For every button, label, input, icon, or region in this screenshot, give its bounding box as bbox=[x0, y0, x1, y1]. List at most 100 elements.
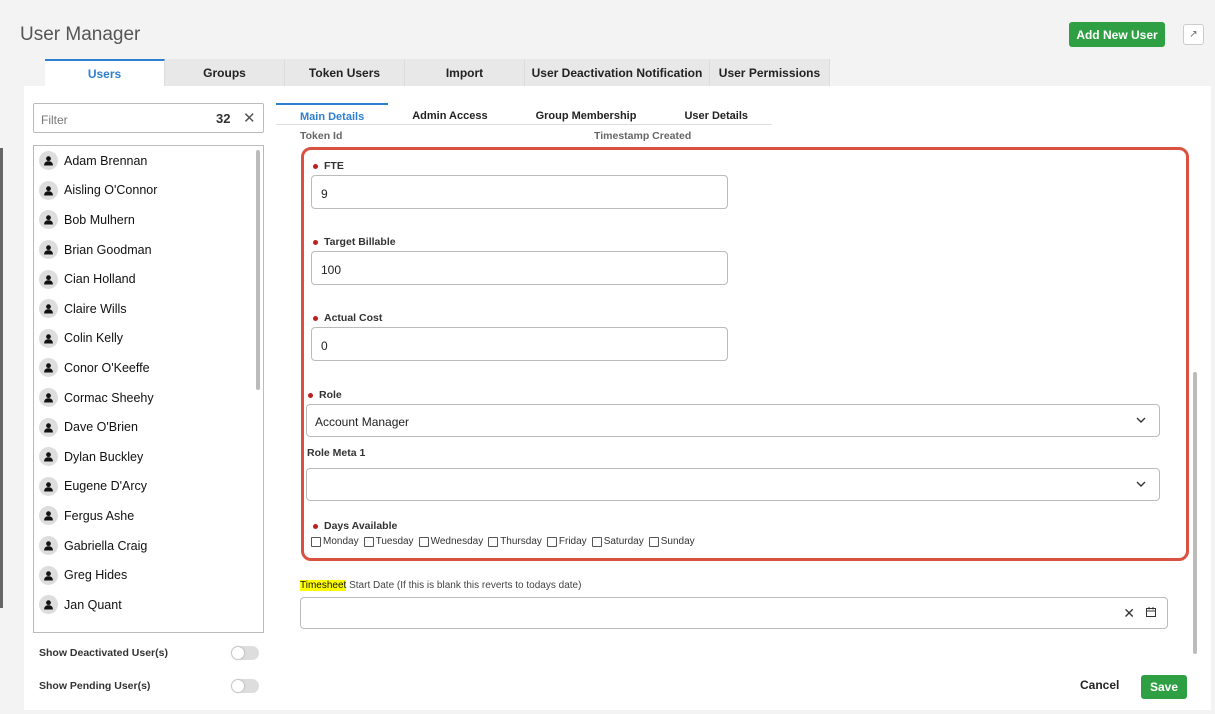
expand-icon[interactable]: ↗ bbox=[1183, 24, 1204, 45]
user-icon bbox=[39, 151, 58, 171]
user-name: Greg Hides bbox=[64, 568, 128, 583]
checkbox[interactable] bbox=[648, 536, 659, 547]
day-option[interactable]: Monday bbox=[311, 536, 359, 547]
filter-input[interactable]: Filter 32 ✕ bbox=[33, 103, 264, 133]
required-dot bbox=[313, 239, 318, 245]
user-list-item[interactable]: Greg Hides bbox=[34, 560, 263, 590]
day-option[interactable]: Thursday bbox=[488, 536, 542, 547]
checkbox[interactable] bbox=[418, 536, 429, 547]
checkbox[interactable] bbox=[363, 536, 374, 547]
day-label: Wednesday bbox=[430, 536, 484, 547]
close-icon[interactable]: ✕ bbox=[243, 109, 256, 127]
show-pending-toggle[interactable] bbox=[231, 679, 259, 693]
tab-token-users[interactable]: Token Users bbox=[285, 59, 405, 87]
tab-user-details[interactable]: User Details bbox=[660, 103, 772, 125]
day-option[interactable]: Friday bbox=[546, 536, 587, 547]
user-list-item[interactable]: Eugene D'Arcy bbox=[34, 472, 263, 502]
day-label: Friday bbox=[558, 536, 587, 547]
role-label: Role bbox=[308, 389, 342, 401]
left-edge-strip bbox=[0, 148, 3, 608]
user-icon bbox=[39, 328, 58, 348]
role-meta-1-select[interactable] bbox=[306, 468, 1160, 501]
user-list-item[interactable]: Adam Brennan bbox=[34, 146, 263, 176]
user-icon bbox=[39, 180, 58, 200]
user-list-item[interactable]: Fergus Ashe bbox=[34, 501, 263, 531]
list-scrollbar[interactable] bbox=[256, 150, 260, 390]
required-dot bbox=[313, 315, 318, 321]
user-icon bbox=[39, 269, 58, 289]
checkbox[interactable] bbox=[591, 536, 602, 547]
day-option[interactable]: Wednesday bbox=[418, 536, 484, 547]
target-billable-input[interactable]: 100 bbox=[311, 251, 728, 285]
user-icon bbox=[39, 210, 58, 230]
user-list-item[interactable]: Dave O'Brien bbox=[34, 412, 263, 442]
chevron-down-icon bbox=[1136, 417, 1146, 423]
show-deactivated-row: Show Deactivated User(s) bbox=[39, 644, 259, 662]
timesheet-start-date-input[interactable]: ✕ bbox=[300, 597, 1168, 629]
user-list-item[interactable]: Cian Holland bbox=[34, 264, 263, 294]
user-icon bbox=[39, 476, 58, 496]
user-list: Adam Brennan Aisling O'Connor Bob Mulhern B… bbox=[33, 145, 264, 633]
user-name: Claire Wills bbox=[64, 301, 127, 316]
user-icon bbox=[39, 388, 58, 408]
user-list-item[interactable]: Colin Kelly bbox=[34, 324, 263, 354]
user-list-item[interactable]: Conor O'Keeffe bbox=[34, 353, 263, 383]
add-new-user-button[interactable]: Add New User bbox=[1069, 22, 1165, 47]
close-icon[interactable]: ✕ bbox=[1123, 605, 1135, 622]
app-title: User Manager bbox=[20, 24, 141, 45]
user-list-item[interactable]: Dylan Buckley bbox=[34, 442, 263, 472]
show-deactivated-label: Show Deactivated User(s) bbox=[39, 647, 168, 659]
user-name: Aisling O'Connor bbox=[64, 183, 158, 198]
user-name: Adam Brennan bbox=[64, 153, 148, 168]
timestamp-created-label: Timestamp Created bbox=[594, 130, 692, 142]
fte-input[interactable]: 9 bbox=[311, 175, 728, 209]
user-list-item[interactable]: Cormac Sheehy bbox=[34, 383, 263, 413]
user-list-item[interactable]: Gabriella Craig bbox=[34, 531, 263, 561]
role-meta-1-label: Role Meta 1 bbox=[307, 447, 366, 459]
user-icon bbox=[39, 565, 58, 585]
save-button[interactable]: Save bbox=[1141, 675, 1187, 699]
target-billable-label-text: Target Billable bbox=[324, 236, 396, 248]
tab-users[interactable]: Users bbox=[45, 59, 165, 87]
show-deactivated-toggle[interactable] bbox=[231, 646, 259, 660]
tab-group-membership[interactable]: Group Membership bbox=[512, 103, 661, 125]
tab-main-details[interactable]: Main Details bbox=[276, 103, 389, 125]
tab-user-permissions[interactable]: User Permissions bbox=[710, 59, 830, 87]
top-tabs: Users Groups Token Users Import User Dea… bbox=[45, 59, 830, 87]
calendar-icon[interactable] bbox=[1145, 606, 1157, 618]
tab-import[interactable]: Import bbox=[405, 59, 525, 87]
user-name: Conor O'Keeffe bbox=[64, 360, 150, 375]
user-icon bbox=[39, 240, 58, 260]
user-name: Brian Goodman bbox=[64, 242, 152, 257]
user-icon bbox=[39, 595, 58, 615]
user-list-item[interactable]: Brian Goodman bbox=[34, 235, 263, 265]
required-dot bbox=[313, 523, 318, 529]
fte-label-text: FTE bbox=[324, 160, 344, 172]
timesheet-label-rest: Start Date (If this is blank this revert… bbox=[346, 580, 582, 591]
tab-admin-access[interactable]: Admin Access bbox=[388, 103, 511, 125]
cancel-button[interactable]: Cancel bbox=[1080, 678, 1119, 692]
user-list-item[interactable]: Claire Wills bbox=[34, 294, 263, 324]
user-list-item[interactable]: Aisling O'Connor bbox=[34, 176, 263, 206]
actual-cost-input[interactable]: 0 bbox=[311, 327, 728, 361]
checkbox[interactable] bbox=[488, 536, 499, 547]
user-icon bbox=[39, 299, 58, 319]
user-list-item[interactable]: Jan Quant bbox=[34, 590, 263, 620]
tab-user-deactivation-notification[interactable]: User Deactivation Notification bbox=[525, 59, 710, 87]
day-option[interactable]: Sunday bbox=[648, 536, 695, 547]
role-select[interactable]: Account Manager bbox=[306, 404, 1160, 437]
user-name: Gabriella Craig bbox=[64, 538, 148, 553]
tab-groups[interactable]: Groups bbox=[165, 59, 285, 87]
chevron-down-icon bbox=[1136, 481, 1146, 487]
main-scrollbar[interactable] bbox=[1193, 372, 1197, 654]
user-list-item[interactable]: Bob Mulhern bbox=[34, 205, 263, 235]
user-name: Dave O'Brien bbox=[64, 420, 138, 435]
checkbox[interactable] bbox=[311, 536, 321, 547]
days-available-options: Monday Tuesday Wednesday Thursday Friday Satu… bbox=[311, 536, 700, 547]
checkbox[interactable] bbox=[546, 536, 557, 547]
day-option[interactable]: Tuesday bbox=[363, 536, 414, 547]
day-option[interactable]: Saturday bbox=[591, 536, 644, 547]
user-name: Eugene D'Arcy bbox=[64, 479, 147, 494]
day-label: Monday bbox=[323, 536, 359, 547]
user-icon bbox=[39, 536, 58, 556]
